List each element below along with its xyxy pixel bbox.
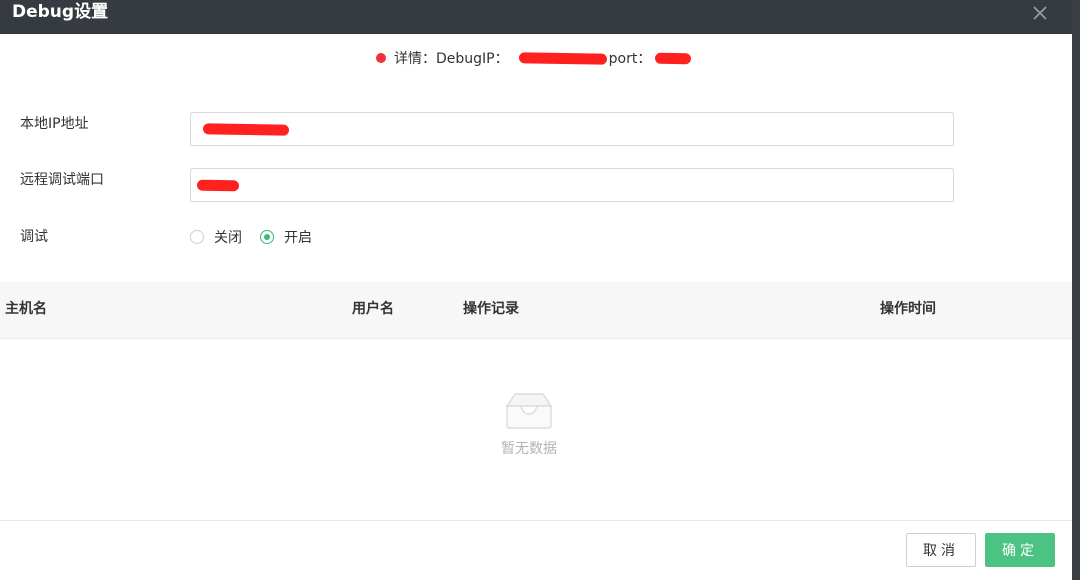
local-ip-row: 本地IP地址 — [20, 112, 954, 146]
debug-off-radio[interactable]: 关闭 — [190, 227, 242, 247]
dialog-title: Debug设置 — [12, 2, 109, 22]
inbox-icon — [505, 393, 553, 429]
debug-label: 调试 — [20, 229, 48, 245]
debug-radio-group: 关闭 开启 — [190, 225, 330, 249]
debug-status-line: 详情：DebugIP： port： — [376, 48, 692, 68]
confirm-button[interactable]: 确定 — [985, 533, 1055, 567]
debug-toggle-row: 调试 关闭 开启 — [20, 225, 954, 259]
dialog-titlebar: Debug设置 — [0, 0, 1072, 34]
background-backdrop — [1072, 0, 1080, 580]
detail-label: 详情：DebugIP： — [394, 51, 509, 67]
debug-on-radio[interactable]: 开启 — [260, 227, 312, 247]
column-header-operation-log[interactable]: 操作记录 — [463, 282, 519, 336]
status-indicator-dot — [376, 53, 386, 63]
remote-port-row: 远程调试端口 — [20, 168, 954, 202]
dialog-footer: 取消 确定 — [0, 520, 1072, 580]
cancel-button[interactable]: 取消 — [906, 533, 976, 567]
redacted-port — [655, 52, 692, 64]
column-header-operation-time[interactable]: 操作时间 — [880, 282, 936, 336]
remote-port-input[interactable] — [190, 168, 954, 202]
column-header-hostname[interactable]: 主机名 — [5, 282, 47, 336]
close-icon — [1033, 6, 1047, 20]
remote-port-label: 远程调试端口 — [20, 172, 104, 188]
debug-off-label: 关闭 — [214, 230, 242, 246]
radio-checked-icon — [260, 230, 274, 244]
radio-unchecked-icon — [190, 230, 204, 244]
local-ip-input[interactable] — [190, 112, 954, 146]
redacted-debug-ip — [518, 51, 607, 65]
debug-settings-dialog: Debug设置 详情：DebugIP： port： 本地IP地址 远程调试端口 … — [0, 0, 1072, 580]
column-header-username[interactable]: 用户名 — [352, 282, 394, 336]
port-label: port： — [608, 51, 652, 67]
redacted-local-ip-value — [202, 123, 290, 136]
local-ip-label: 本地IP地址 — [20, 116, 89, 132]
close-button[interactable] — [1030, 3, 1050, 23]
redacted-remote-port-value — [196, 179, 240, 192]
debug-on-label: 开启 — [284, 230, 312, 246]
table-header: 主机名 用户名 操作记录 操作时间 — [0, 282, 1072, 339]
table-empty-state: 暂无数据 — [482, 388, 576, 458]
empty-text: 暂无数据 — [501, 441, 557, 457]
